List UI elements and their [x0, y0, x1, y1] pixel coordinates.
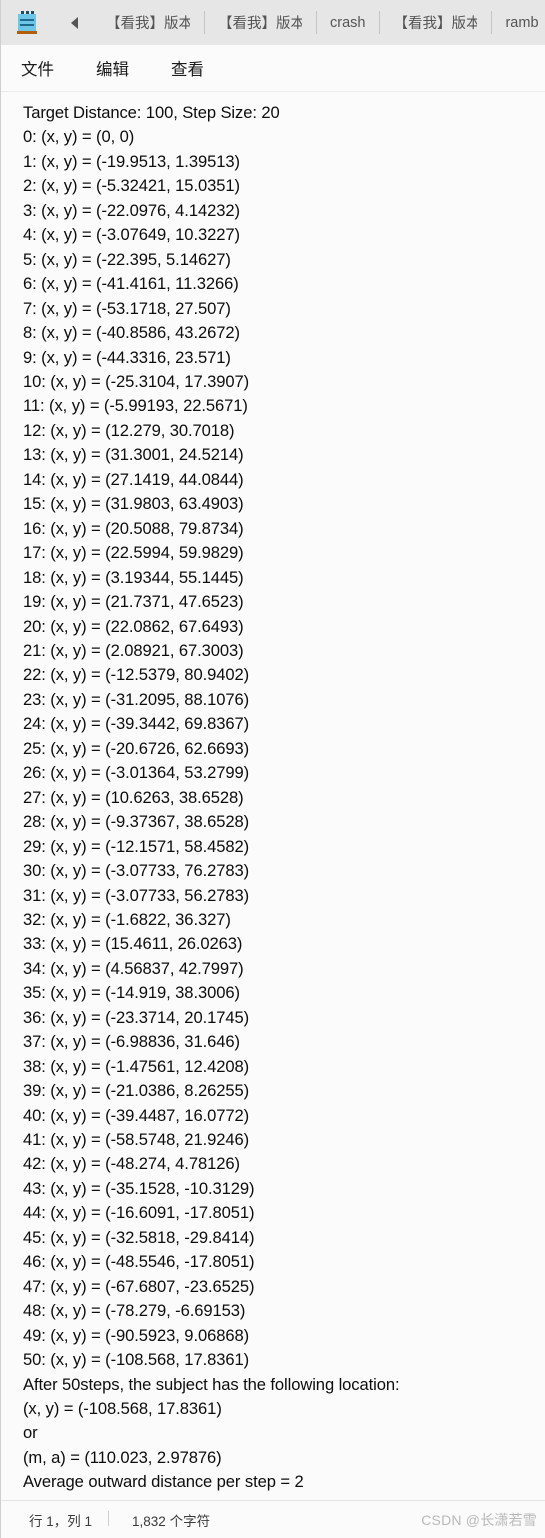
- document-line: 50: (x, y) = (-108.568, 17.8361): [23, 1350, 250, 1370]
- document-line: 11: (x, y) = (-5.99193, 22.5671): [23, 396, 248, 416]
- document-line: 0: (x, y) = (0, 0): [23, 127, 135, 147]
- document-line: 28: (x, y) = (-9.37367, 38.6528): [23, 812, 250, 832]
- tab-label: ramb: [505, 14, 539, 31]
- document-line: 7: (x, y) = (-53.1718, 27.507): [23, 298, 231, 318]
- watermark-label: CSDN @长潇若雪: [421, 1511, 537, 1528]
- document-line: 49: (x, y) = (-90.5923, 9.06868): [23, 1325, 250, 1345]
- document-line: 29: (x, y) = (-12.1571, 58.4582): [23, 836, 250, 856]
- document-line: 37: (x, y) = (-6.98836, 31.646): [23, 1032, 240, 1052]
- document-line: 20: (x, y) = (22.0862, 67.6493): [23, 616, 244, 636]
- document-text[interactable]: Target Distance: 100, Step Size: 20 0: (x…: [23, 101, 545, 1495]
- menu-item-edit[interactable]: 编辑: [94, 53, 131, 83]
- statusbar: 行 1，列 1 1,832 个字符 CSDN @长潇若雪: [1, 1500, 545, 1538]
- document-line: 42: (x, y) = (-48.274, 4.78126): [23, 1154, 240, 1174]
- document-line: 39: (x, y) = (-21.0386, 8.26255): [23, 1081, 250, 1101]
- document-line: 4: (x, y) = (-3.07649, 10.3227): [23, 225, 240, 245]
- tab-item-4[interactable]: ramb: [491, 0, 545, 45]
- tab-item-1[interactable]: 【看我】版本: [204, 0, 316, 45]
- document-line: 3: (x, y) = (-22.0976, 4.14232): [23, 200, 240, 220]
- document-line: 22: (x, y) = (-12.5379, 80.9402): [23, 665, 250, 685]
- document-line: 19: (x, y) = (21.7371, 47.6523): [23, 592, 244, 612]
- document-line: 1: (x, y) = (-19.9513, 1.39513): [23, 151, 240, 171]
- document-line: Target Distance: 100, Step Size: 20: [23, 103, 280, 122]
- notepad-icon: [16, 10, 38, 35]
- titlebar: 【看我】版本 【看我】版本 crash 【看我】版本 ramb: [1, 0, 545, 45]
- document-line: 17: (x, y) = (22.5994, 59.9829): [23, 543, 244, 563]
- tab-item-0[interactable]: 【看我】版本: [92, 0, 204, 45]
- document-line: 38: (x, y) = (-1.47561, 12.4208): [23, 1056, 250, 1076]
- menubar: 文件 编辑 查看: [1, 45, 545, 92]
- tab-item-2[interactable]: crash: [316, 0, 379, 45]
- document-line: 47: (x, y) = (-67.6807, -23.6525): [23, 1276, 255, 1296]
- tab-scroll-left-button[interactable]: [62, 16, 86, 29]
- tab-label: 【看我】版本: [218, 16, 302, 32]
- document-line: 32: (x, y) = (-1.6822, 36.327): [23, 909, 231, 929]
- document-line: 12: (x, y) = (12.279, 30.7018): [23, 420, 235, 440]
- document-line: 8: (x, y) = (-40.8586, 43.2672): [23, 323, 240, 343]
- caret-left-icon: [70, 16, 78, 29]
- document-line: 41: (x, y) = (-58.5748, 21.9246): [23, 1130, 250, 1150]
- document-line: (x, y) = (-108.568, 17.8361): [23, 1399, 222, 1419]
- document-line: 30: (x, y) = (-3.07733, 76.2783): [23, 861, 250, 881]
- document-line: 21: (x, y) = (2.08921, 67.3003): [23, 640, 244, 660]
- document-line: 5: (x, y) = (-22.395, 5.14627): [23, 249, 231, 269]
- document-line: 24: (x, y) = (-39.3442, 69.8367): [23, 714, 250, 734]
- document-line: 16: (x, y) = (20.5088, 79.8734): [23, 518, 244, 538]
- document-line: 6: (x, y) = (-41.4161, 11.3266): [23, 274, 239, 294]
- document-line: 31: (x, y) = (-3.07733, 56.2783): [23, 885, 250, 905]
- caret-position-indicator[interactable]: 行 1，列 1: [29, 1510, 92, 1530]
- tab-label: 【看我】版本: [106, 16, 190, 32]
- document-line: 48: (x, y) = (-78.279, -6.69153): [23, 1301, 246, 1321]
- document-line: Average outward distance per step = 2: [23, 1472, 304, 1492]
- menu-item-view[interactable]: 查看: [169, 53, 206, 83]
- tabstrip: 【看我】版本 【看我】版本 crash 【看我】版本 ramb: [92, 0, 545, 45]
- menu-item-file[interactable]: 文件: [19, 53, 56, 83]
- document-line: 9: (x, y) = (-44.3316, 23.571): [23, 347, 231, 367]
- document-line: 40: (x, y) = (-39.4487, 16.0772): [23, 1105, 250, 1125]
- document-line: 46: (x, y) = (-48.5546, -17.8051): [23, 1252, 255, 1272]
- document-line: 45: (x, y) = (-32.5818, -29.8414): [23, 1227, 255, 1247]
- document-line: 18: (x, y) = (3.19344, 55.1445): [23, 567, 244, 587]
- document-line: 44: (x, y) = (-16.6091, -17.8051): [23, 1203, 255, 1223]
- document-line: 43: (x, y) = (-35.1528, -10.3129): [23, 1178, 255, 1198]
- text-editor-area[interactable]: Target Distance: 100, Step Size: 20 0: (x…: [1, 92, 545, 1500]
- document-line: 33: (x, y) = (15.4611, 26.0263): [23, 934, 243, 954]
- character-count-indicator[interactable]: 1,832 个字符: [108, 1510, 210, 1530]
- document-line: or: [23, 1423, 38, 1443]
- document-line: 36: (x, y) = (-23.3714, 20.1745): [23, 1007, 250, 1027]
- document-line: 10: (x, y) = (-25.3104, 17.3907): [23, 371, 250, 391]
- document-line: 14: (x, y) = (27.1419, 44.0844): [23, 469, 244, 489]
- notepad-window: 【看我】版本 【看我】版本 crash 【看我】版本 ramb 文件 编辑 查看…: [0, 0, 545, 1538]
- document-line: 26: (x, y) = (-3.01364, 53.2799): [23, 763, 250, 783]
- tab-item-3[interactable]: 【看我】版本: [379, 0, 491, 45]
- document-line: After 50steps, the subject has the follo…: [23, 1374, 400, 1394]
- document-line: 2: (x, y) = (-5.32421, 15.0351): [23, 176, 240, 196]
- document-line: 15: (x, y) = (31.9803, 63.4903): [23, 494, 244, 514]
- document-line: 27: (x, y) = (10.6263, 38.6528): [23, 787, 244, 807]
- document-line: 13: (x, y) = (31.3001, 24.5214): [23, 445, 244, 465]
- tab-label: 【看我】版本: [393, 16, 478, 32]
- document-line: 23: (x, y) = (-31.2095, 88.1076): [23, 689, 250, 709]
- document-line: 34: (x, y) = (4.56837, 42.7997): [23, 958, 244, 978]
- document-line: 25: (x, y) = (-20.6726, 62.6693): [23, 738, 250, 758]
- tab-label: crash: [330, 14, 366, 31]
- document-line: 35: (x, y) = (-14.919, 38.3006): [23, 983, 240, 1003]
- document-line: (m, a) = (110.023, 2.97876): [23, 1447, 222, 1467]
